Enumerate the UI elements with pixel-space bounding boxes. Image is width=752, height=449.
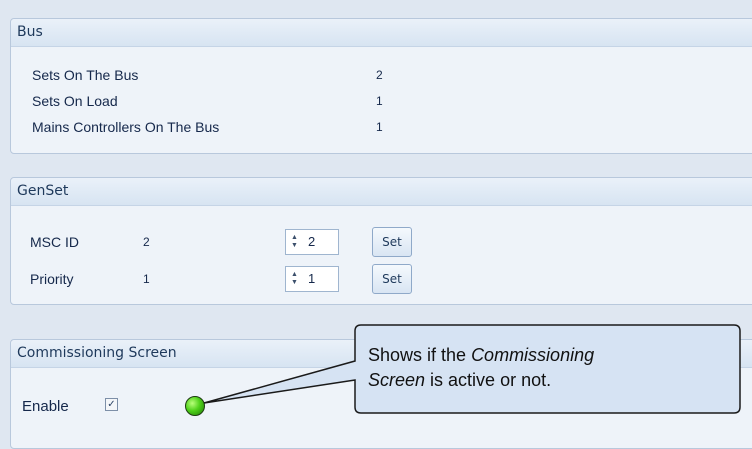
- priority-value: 1: [143, 272, 150, 286]
- enable-label: Enable: [22, 398, 69, 415]
- mains-controllers-label: Mains Controllers On The Bus: [32, 119, 220, 135]
- priority-set-button[interactable]: Set: [372, 264, 412, 294]
- mains-controllers-value: 1: [376, 120, 383, 134]
- msc-id-value: 2: [143, 235, 150, 249]
- stepper-arrows-icon[interactable]: ▲ ▼: [291, 234, 299, 250]
- enable-checkbox[interactable]: ✓: [105, 398, 118, 411]
- callout-text: Shows if the Commissioning Screen is acti…: [368, 343, 728, 393]
- bus-panel: Bus Sets On The Bus 2 Sets On Load 1 Mai…: [10, 18, 752, 154]
- sets-on-bus-label: Sets On The Bus: [32, 67, 139, 83]
- sets-on-load-label: Sets On Load: [32, 93, 118, 109]
- stepper-arrows-icon[interactable]: ▲ ▼: [291, 271, 299, 287]
- callout-emphasis-1: Commissioning: [471, 345, 595, 365]
- genset-panel: GenSet MSC ID 2 ▲ ▼ 2 Set Priority 1 ▲ ▼ 1…: [10, 177, 752, 305]
- sets-on-bus-value: 2: [376, 68, 383, 82]
- sets-on-load-value: 1: [376, 94, 383, 108]
- callout-text-before: Shows if the: [368, 345, 472, 365]
- msc-id-label: MSC ID: [30, 234, 79, 250]
- bus-rows: Sets On The Bus 2 Sets On Load 1 Mains C…: [11, 19, 752, 153]
- msc-id-stepper-value: 2: [308, 234, 316, 249]
- callout-emphasis-2: Screen: [368, 370, 426, 390]
- callout-text-after: is active or not.: [425, 370, 552, 390]
- commissioning-status-led-icon: [185, 396, 205, 416]
- priority-stepper[interactable]: ▲ ▼ 1: [285, 266, 339, 292]
- priority-stepper-value: 1: [308, 271, 316, 286]
- msc-id-set-button[interactable]: Set: [372, 227, 412, 257]
- msc-id-stepper[interactable]: ▲ ▼ 2: [285, 229, 339, 255]
- priority-label: Priority: [30, 271, 74, 287]
- genset-rows: MSC ID 2 ▲ ▼ 2 Set Priority 1 ▲ ▼ 1 Set: [11, 178, 752, 304]
